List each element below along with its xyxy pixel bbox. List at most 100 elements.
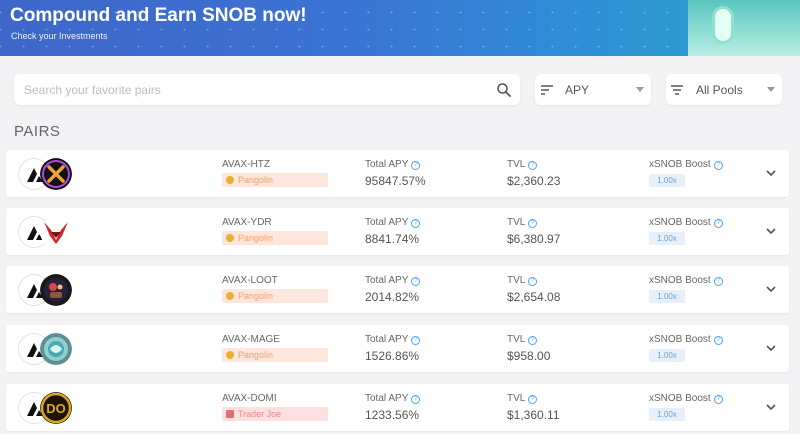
boost-label: xSNOB Boost? [649, 159, 723, 170]
tvl-value: $2,654.08 [507, 290, 561, 304]
apy-value: 2014.82% [365, 290, 420, 304]
search-box [14, 74, 520, 105]
help-icon[interactable]: ? [713, 395, 723, 404]
boost-label-text: xSNOB Boost [649, 393, 711, 404]
chevron-down-icon[interactable] [766, 285, 776, 293]
boost-label: xSNOB Boost? [649, 275, 723, 286]
dex-name: Pangolin [238, 350, 274, 360]
apy-label-text: Total APY [365, 275, 409, 286]
boost-badge: 1.00x [649, 408, 685, 421]
apy-label-text: Total APY [365, 217, 409, 228]
apy-label-text: Total APY [365, 393, 409, 404]
ydr-token-icon [40, 216, 72, 248]
apy-label: Total APY? [365, 159, 421, 170]
pangolin-icon [226, 351, 234, 359]
boost-label: xSNOB Boost? [649, 393, 723, 404]
pair-row[interactable]: AVAX-YDR Pangolin Total APY? 8841.74% TV… [6, 208, 789, 255]
chevron-down-icon[interactable] [766, 227, 776, 235]
help-icon[interactable]: ? [411, 277, 421, 286]
pair-row[interactable]: AVAX-MAGE Pangolin Total APY? 1526.86% T… [6, 325, 789, 372]
pair-logos [18, 333, 76, 365]
pangolin-icon [226, 292, 234, 300]
apy-value: 8841.74% [365, 232, 420, 246]
tvl-label: TVL? [507, 275, 538, 286]
tvl-label-text: TVL [507, 393, 526, 404]
help-icon[interactable]: ? [713, 336, 723, 345]
chevron-down-icon[interactable] [766, 344, 776, 352]
dex-badge: Pangolin [222, 231, 328, 245]
pool-filter-select[interactable]: All Pools [666, 74, 782, 105]
help-icon[interactable]: ? [528, 219, 538, 228]
sort-select[interactable]: APY [535, 74, 651, 105]
dex-name: Pangolin [238, 233, 274, 243]
boost-label-text: xSNOB Boost [649, 275, 711, 286]
apy-value: 1526.86% [365, 349, 420, 363]
help-icon[interactable]: ? [713, 161, 723, 170]
dex-badge: Pangolin [222, 289, 328, 303]
tvl-value: $2,360.23 [507, 174, 561, 188]
dex-name: Trader Joe [238, 409, 282, 419]
tvl-label: TVL? [507, 159, 538, 170]
apy-label: Total APY? [365, 334, 421, 345]
boost-label-text: xSNOB Boost [649, 334, 711, 345]
chevron-down-icon[interactable] [766, 403, 776, 411]
boost-label: xSNOB Boost? [649, 334, 723, 345]
pair-name: AVAX-DOMI [222, 393, 277, 404]
pool-filter-value: All Pools [696, 83, 743, 97]
apy-label: Total APY? [365, 393, 421, 404]
loot-token-icon [40, 274, 72, 306]
help-icon[interactable]: ? [528, 277, 538, 286]
boost-label: xSNOB Boost? [649, 217, 723, 228]
tvl-label: TVL? [507, 334, 538, 345]
dex-badge: Trader Joe [222, 407, 328, 421]
help-icon[interactable]: ? [411, 336, 421, 345]
pair-row[interactable]: AVAX-HTZ Pangolin Total APY? 95847.57% T… [6, 150, 789, 197]
chevron-down-icon [636, 87, 644, 92]
tvl-label-text: TVL [507, 217, 526, 228]
apy-label: Total APY? [365, 217, 421, 228]
apy-label-text: Total APY [365, 334, 409, 345]
pair-name: AVAX-MAGE [222, 334, 280, 345]
search-icon[interactable] [496, 82, 512, 98]
banner-illustration [688, 0, 800, 56]
help-icon[interactable]: ? [713, 277, 723, 286]
tvl-label-text: TVL [507, 334, 526, 345]
pair-logos [18, 158, 76, 190]
help-icon[interactable]: ? [528, 395, 538, 404]
help-icon[interactable]: ? [411, 161, 421, 170]
domi-token-icon: DO [40, 392, 72, 424]
dex-name: Pangolin [238, 291, 274, 301]
chevron-down-icon[interactable] [766, 169, 776, 177]
pair-logos [18, 274, 76, 306]
pair-logos: DO [18, 392, 76, 424]
tvl-value: $1,360.11 [507, 408, 560, 422]
dex-badge: Pangolin [222, 173, 328, 187]
hero-banner: Compound and Earn SNOB now! Check your I… [0, 0, 800, 56]
boost-label-text: xSNOB Boost [649, 159, 711, 170]
boost-badge: 1.00x [649, 349, 685, 362]
svg-text:DO: DO [46, 401, 66, 416]
tvl-label-text: TVL [507, 275, 526, 286]
search-input[interactable] [24, 81, 484, 98]
pair-row[interactable]: AVAX-LOOT Pangolin Total APY? 2014.82% T… [6, 266, 789, 313]
boost-label-text: xSNOB Boost [649, 217, 711, 228]
help-icon[interactable]: ? [528, 161, 538, 170]
section-title: PAIRS [14, 123, 61, 140]
boost-badge: 1.00x [649, 174, 685, 187]
help-icon[interactable]: ? [411, 219, 421, 228]
apy-value: 95847.57% [365, 174, 426, 188]
apy-label: Total APY? [365, 275, 421, 286]
pair-row[interactable]: DO AVAX-DOMI Trader Joe Total APY? 1233.… [6, 384, 789, 431]
help-icon[interactable]: ? [528, 336, 538, 345]
help-icon[interactable]: ? [411, 395, 421, 404]
boost-badge: 1.00x [649, 290, 685, 303]
htz-token-icon [40, 158, 72, 190]
pair-name: AVAX-HTZ [222, 159, 270, 170]
help-icon[interactable]: ? [713, 219, 723, 228]
filter-icon [671, 85, 683, 95]
boost-badge: 1.00x [649, 232, 685, 245]
chevron-down-icon [767, 87, 775, 92]
sort-icon [541, 85, 553, 95]
tvl-value: $958.00 [507, 349, 551, 363]
tvl-label-text: TVL [507, 159, 526, 170]
